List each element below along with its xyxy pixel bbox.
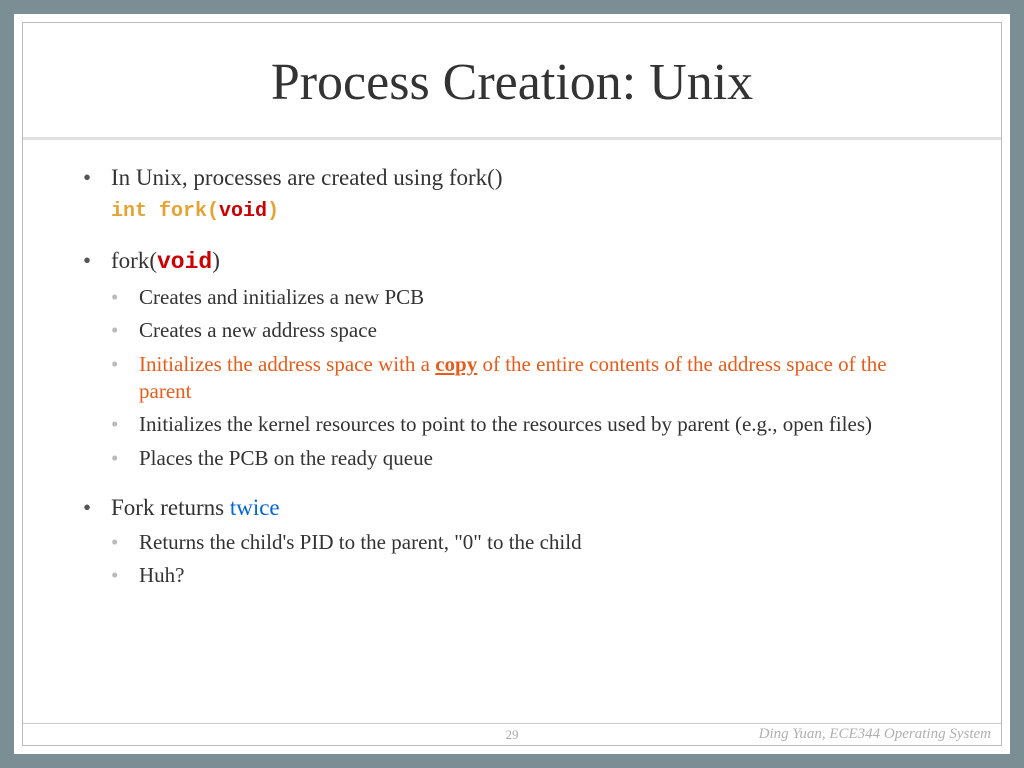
- slide-outer-frame: Process Creation: Unix In Unix, processe…: [14, 14, 1010, 754]
- bullet-2-sub-3: Initializes the address space with a cop…: [111, 351, 941, 406]
- b2s3-copy: copy: [435, 352, 477, 376]
- bullet-list-level1: In Unix, processes are created using for…: [83, 162, 941, 590]
- bullet-1: In Unix, processes are created using for…: [83, 162, 941, 225]
- bullet-2-sub-4: Initializes the kernel resources to poin…: [111, 411, 941, 438]
- bullet-2-suffix: ): [212, 248, 220, 273]
- slide-inner-frame: Process Creation: Unix In Unix, processe…: [22, 22, 1002, 746]
- slide-footer: 29 Ding Yuan, ECE344 Operating System: [23, 723, 1001, 745]
- bullet-1-text: In Unix, processes are created using for…: [111, 165, 502, 190]
- bullet-2-sub-1: Creates and initializes a new PCB: [111, 284, 941, 311]
- code-void-1: void: [219, 200, 267, 223]
- bullet-2: fork(void) Creates and initializes a new…: [83, 245, 941, 472]
- bullet-3-sub-1: Returns the child's PID to the parent, "…: [111, 529, 941, 556]
- slide-title: Process Creation: Unix: [63, 53, 961, 112]
- title-area: Process Creation: Unix: [23, 23, 1001, 140]
- bullet-2-sub-2: Creates a new address space: [111, 317, 941, 344]
- bullet-3: Fork returns twice Returns the child's P…: [83, 492, 941, 590]
- bullet-2-sublist: Creates and initializes a new PCB Create…: [111, 284, 941, 472]
- bullet-3-prefix: Fork returns: [111, 495, 230, 520]
- footer-author: Ding Yuan, ECE344 Operating System: [759, 726, 991, 743]
- code-void-2: void: [157, 249, 212, 275]
- bullet-2-prefix: fork(: [111, 248, 157, 273]
- code-int-fork: int fork(: [111, 200, 219, 223]
- bullet-2-sub-5: Places the PCB on the ready queue: [111, 445, 941, 472]
- code-close-paren: ): [267, 200, 279, 223]
- bullet-3-sub-2: Huh?: [111, 562, 941, 589]
- bullet-3-sublist: Returns the child's PID to the parent, "…: [111, 529, 941, 590]
- page-number: 29: [506, 727, 519, 743]
- bullet-3-twice: twice: [230, 495, 280, 520]
- b2s3-part-a: Initializes the address space with a: [139, 352, 435, 376]
- slide-content: In Unix, processes are created using for…: [23, 140, 1001, 745]
